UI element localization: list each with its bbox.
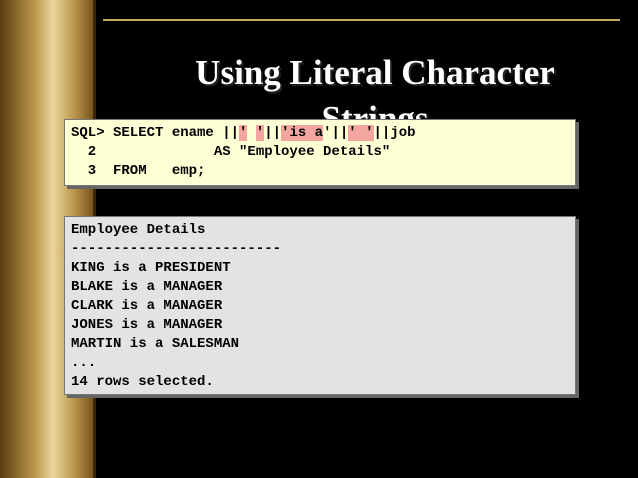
sql-line: SQL> SELECT ename ||' '||'is a'||' '||jo… [71, 124, 569, 143]
sql-query-panel: SQL> SELECT ename ||' '||'is a'||' '||jo… [64, 119, 576, 186]
result-row: CLARK is a MANAGER [71, 298, 223, 314]
sql-line: 3 FROM emp; [71, 162, 569, 181]
sql-literal-highlight: 'is a [281, 125, 324, 141]
sql-text: ||job [373, 125, 416, 141]
sql-text: '|| [323, 125, 349, 141]
result-column-header: Employee Details [71, 222, 206, 238]
result-separator: ------------------------- [71, 241, 282, 257]
slide-title-line-1: Using Literal Character [195, 53, 555, 92]
sql-text: || [264, 125, 282, 141]
title-divider [103, 19, 620, 21]
result-row: JONES is a MANAGER [71, 317, 223, 333]
sql-text: SQL> SELECT ename || [71, 125, 240, 141]
sql-literal-highlight: ' ' [348, 125, 374, 141]
result-row: ... [71, 355, 97, 371]
result-row: KING is a PRESIDENT [71, 260, 231, 276]
sql-line: 2 AS "Employee Details" [71, 143, 569, 162]
sql-text: 2 AS "Employee Details" [71, 144, 391, 160]
query-result-panel: Employee Details ------------------------… [64, 216, 576, 395]
sql-text: 3 FROM emp; [71, 163, 206, 179]
result-row: BLAKE is a MANAGER [71, 279, 223, 295]
result-row: 14 rows selected. [71, 374, 214, 390]
sql-literal-highlight: ' [255, 125, 265, 141]
result-row: MARTIN is a SALESMAN [71, 336, 240, 352]
